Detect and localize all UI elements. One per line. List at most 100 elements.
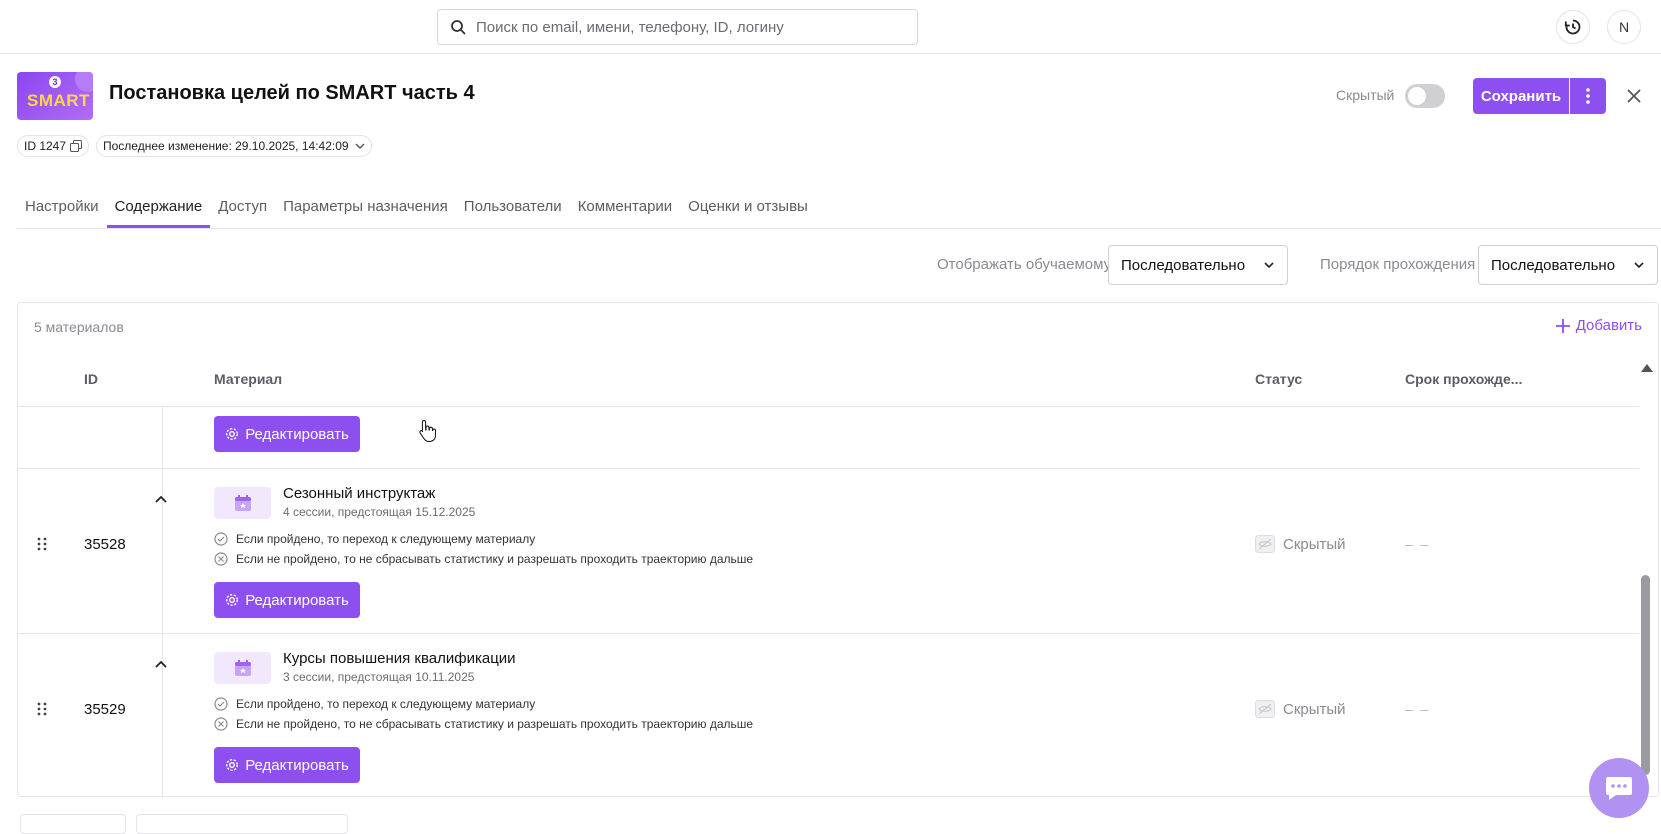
tab-settings[interactable]: Настройки	[17, 186, 107, 228]
rule-pass: Если пройдено, то переход к следующему м…	[214, 532, 535, 546]
course-logo: 3 SMART	[17, 72, 93, 120]
tab-users[interactable]: Пользователи	[456, 186, 570, 228]
material-id: 35529	[84, 701, 126, 718]
column-material: Материал	[214, 371, 283, 387]
x-circle-icon	[214, 552, 228, 566]
collapse-chevron-icon[interactable]	[154, 656, 168, 674]
tab-access[interactable]: Доступ	[210, 186, 275, 228]
history-icon	[1564, 19, 1581, 35]
row-divider	[18, 468, 1639, 469]
materials-panel: 5 материалов Добавить ID Материал Статус…	[17, 302, 1659, 797]
scrollbar-thumb[interactable]	[1641, 575, 1650, 775]
add-material-button[interactable]: Добавить	[1555, 317, 1642, 334]
chat-bubble-icon	[1606, 777, 1632, 800]
chevron-down-icon	[355, 143, 365, 149]
display-mode-select[interactable]: Последовательно	[1108, 245, 1288, 285]
logo-badge: 3	[49, 76, 61, 88]
more-options-button[interactable]	[1570, 78, 1606, 114]
collapse-chevron-icon[interactable]	[154, 491, 168, 509]
tab-assignment-params[interactable]: Параметры назначения	[275, 186, 456, 228]
material-id: 35528	[84, 536, 126, 553]
hidden-toggle-label: Скрытый	[1336, 87, 1395, 103]
tabs-divider	[17, 228, 1661, 229]
save-button[interactable]: Сохранить	[1473, 78, 1569, 114]
deadline-value: – –	[1405, 536, 1431, 552]
rule-fail-text: Если не пройдено, то не сбрасывать стати…	[236, 717, 754, 731]
order-label: Порядок прохождения	[1320, 256, 1476, 273]
pagination[interactable]	[20, 814, 126, 834]
chevron-down-icon	[1634, 262, 1644, 269]
edit-button[interactable]: Редактировать	[214, 582, 360, 618]
search-input[interactable]	[476, 18, 896, 36]
rule-fail: Если не пройдено, то не сбрасывать стати…	[214, 552, 753, 566]
kebab-icon	[1586, 88, 1590, 104]
tab-content[interactable]: Содержание	[106, 186, 211, 228]
x-circle-icon	[214, 717, 228, 731]
scroll-up-arrow-icon[interactable]	[1640, 360, 1654, 378]
avatar[interactable]: N	[1607, 10, 1641, 44]
edit-button[interactable]: Редактировать	[214, 747, 360, 783]
display-mode-label: Отображать обучаемому	[937, 256, 1112, 273]
page-size-select[interactable]	[136, 814, 348, 834]
material-subtitle: 4 сессии, предстоящая 15.12.2025	[283, 505, 476, 519]
hidden-eye-icon	[1255, 535, 1275, 553]
search-icon	[451, 20, 466, 35]
plus-icon	[1555, 318, 1570, 333]
hidden-toggle[interactable]	[1405, 84, 1445, 108]
check-circle-icon	[214, 532, 228, 546]
close-button[interactable]	[1622, 84, 1646, 108]
tab-bar: Настройки Содержание Доступ Параметры на…	[17, 186, 816, 228]
edit-label: Редактировать	[245, 756, 349, 774]
column-status: Статус	[1255, 371, 1303, 387]
top-bar: N	[0, 0, 1661, 54]
chat-button[interactable]	[1589, 758, 1649, 818]
drag-handle-icon[interactable]	[37, 702, 47, 721]
edit-label: Редактировать	[245, 425, 349, 443]
material-name[interactable]: Сезонный инструктаж	[283, 485, 435, 502]
search-box[interactable]	[437, 9, 918, 45]
calendar-icon	[214, 652, 271, 684]
row-divider	[18, 633, 1639, 634]
order-select[interactable]: Последовательно	[1478, 245, 1658, 285]
materials-count: 5 материалов	[34, 319, 124, 335]
logo-text: SMART	[27, 91, 90, 110]
calendar-icon	[214, 487, 271, 519]
status-text: Скрытый	[1283, 700, 1346, 718]
logo-decoration	[75, 72, 93, 92]
gear-icon	[226, 758, 239, 772]
id-chip[interactable]: ID 1247	[17, 135, 90, 157]
copy-icon[interactable]	[70, 140, 83, 152]
edit-button[interactable]: Редактировать	[214, 416, 360, 452]
page-title: Постановка целей по SMART часть 4	[109, 82, 475, 104]
column-id: ID	[84, 371, 98, 387]
gear-icon	[226, 593, 239, 607]
drag-handle-icon[interactable]	[37, 537, 47, 556]
status-badge: Скрытый	[1255, 535, 1346, 553]
column-deadline: Срок прохожде...	[1405, 371, 1523, 387]
last-change-text: Последнее изменение: 29.10.2025, 14:42:0…	[103, 139, 349, 153]
display-mode-value: Последовательно	[1121, 256, 1246, 274]
history-button[interactable]	[1556, 10, 1590, 44]
last-change-chip[interactable]: Последнее изменение: 29.10.2025, 14:42:0…	[96, 135, 372, 157]
id-text: ID 1247	[24, 139, 67, 153]
avatar-initial: N	[1618, 19, 1630, 35]
material-subtitle: 3 сессии, предстоящая 10.11.2025	[283, 670, 475, 684]
column-divider	[162, 406, 163, 796]
hidden-eye-icon	[1255, 700, 1275, 718]
status-text: Скрытый	[1283, 535, 1346, 553]
tab-reviews[interactable]: Оценки и отзывы	[680, 186, 816, 228]
row-divider	[18, 406, 1639, 407]
order-value: Последовательно	[1491, 256, 1616, 274]
material-name[interactable]: Курсы повышения квалификации	[283, 650, 516, 667]
check-circle-icon	[214, 697, 228, 711]
rule-pass: Если пройдено, то переход к следующему м…	[214, 697, 535, 711]
gear-icon	[226, 427, 239, 441]
status-badge: Скрытый	[1255, 700, 1346, 718]
rule-pass-text: Если пройдено, то переход к следующему м…	[236, 532, 536, 546]
hand-cursor-icon	[418, 419, 436, 448]
chevron-down-icon	[1264, 262, 1274, 269]
deadline-value: – –	[1405, 701, 1431, 717]
tab-comments[interactable]: Комментарии	[570, 186, 680, 228]
rule-fail: Если не пройдено, то не сбрасывать стати…	[214, 717, 753, 731]
add-label: Добавить	[1575, 317, 1642, 334]
